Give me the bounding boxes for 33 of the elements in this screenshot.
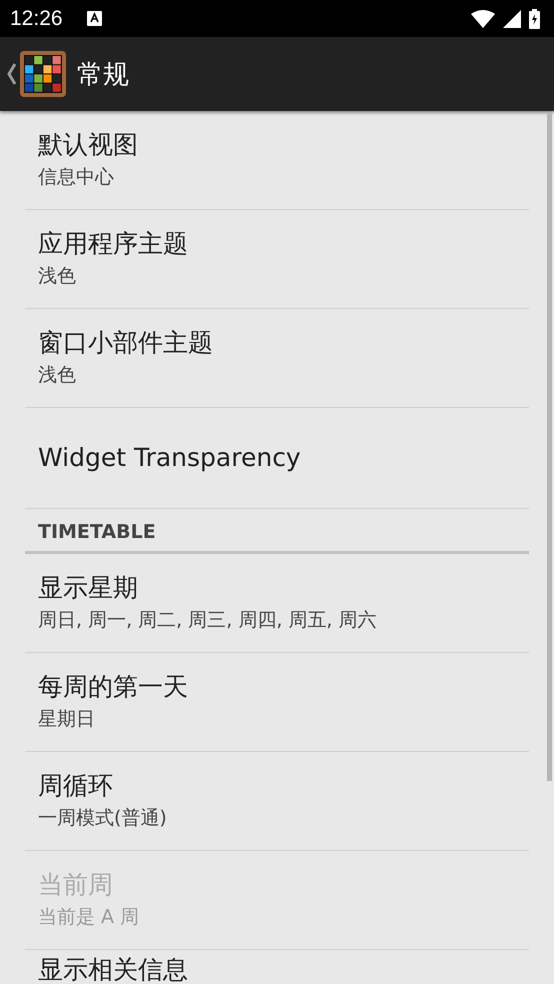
preference-summary: 星期日 bbox=[38, 707, 96, 732]
preference-title: 显示星期 bbox=[38, 572, 139, 604]
preference-summary: 周日, 周一, 周二, 周三, 周四, 周五, 周六 bbox=[38, 608, 378, 633]
preference-title: 每周的第一天 bbox=[38, 671, 189, 703]
preference-item[interactable]: 显示星期 周日, 周一, 周二, 周三, 周四, 周五, 周六 bbox=[25, 554, 529, 653]
preference-summary: 当前是 A 周 bbox=[38, 905, 140, 930]
preference-item[interactable]: 周循环 一周模式(普通) bbox=[25, 752, 529, 851]
preference-summary: 信息中心 bbox=[38, 165, 115, 190]
preference-summary: 浅色 bbox=[38, 264, 77, 289]
preference-item[interactable]: 窗口小部件主题 浅色 bbox=[25, 309, 529, 408]
preference-title: 窗口小部件主题 bbox=[38, 327, 214, 359]
preference-item[interactable]: 每周的第一天 星期日 bbox=[25, 653, 529, 752]
preference-title: 当前周 bbox=[38, 869, 114, 901]
section-header: TIMETABLE bbox=[25, 509, 529, 554]
grid-app-icon bbox=[19, 50, 67, 98]
battery-icon bbox=[529, 8, 540, 28]
back-icon[interactable] bbox=[6, 62, 16, 86]
clock: 12:26 bbox=[10, 6, 63, 30]
notification-icon bbox=[86, 11, 102, 26]
preference-summary: 一周模式(普通) bbox=[38, 806, 168, 831]
preference-item[interactable]: 默认视图 信息中心 bbox=[25, 111, 529, 210]
preference-title: 显示相关信息 bbox=[38, 954, 189, 984]
preference-title: 应用程序主题 bbox=[38, 228, 189, 260]
preference-title: 默认视图 bbox=[38, 129, 139, 161]
preference-title: Widget Transparency bbox=[38, 442, 301, 474]
screen-title: 常规 bbox=[77, 58, 129, 92]
preference-item[interactable]: 应用程序主题 浅色 bbox=[25, 210, 529, 309]
preference-item[interactable]: 显示相关信息 bbox=[25, 950, 529, 984]
preference-title: 周循环 bbox=[38, 770, 114, 802]
preference-item[interactable]: Widget Transparency bbox=[25, 408, 529, 509]
signal-icon bbox=[503, 10, 521, 28]
wifi-icon bbox=[471, 10, 495, 28]
preference-summary: 浅色 bbox=[38, 363, 77, 388]
